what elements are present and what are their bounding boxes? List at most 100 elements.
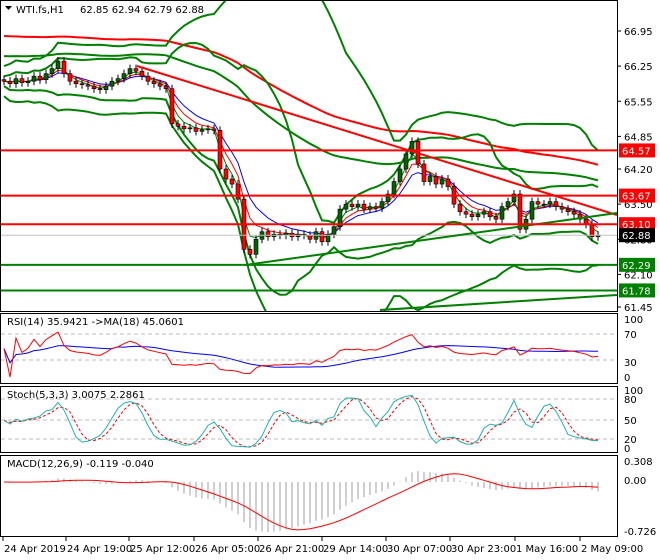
candle-body	[61, 60, 67, 74]
candle-body	[133, 68, 139, 72]
time-tick-label: 24 Apr 19:00	[67, 544, 132, 555]
time-tick-label: 26 Apr 05:00	[195, 544, 260, 555]
time-tick-label: 30 Apr 07:00	[387, 544, 452, 555]
stoch-tick: 80	[624, 395, 637, 406]
candle-body	[163, 85, 169, 90]
candle-body	[139, 70, 145, 77]
candle[interactable]	[529, 197, 535, 224]
macd-tick: 0.00	[624, 476, 646, 487]
candle-body	[205, 128, 211, 131]
candle-body	[319, 231, 325, 243]
candle-body	[109, 80, 115, 87]
candle-body	[157, 83, 163, 87]
macd-tick: 0.308	[624, 457, 653, 468]
candle-body	[7, 80, 13, 84]
candle-body	[397, 168, 403, 182]
candle-body	[49, 68, 55, 74]
candle-body	[499, 206, 505, 220]
price-tick-label: 64.85	[624, 132, 653, 143]
candle-body	[193, 127, 199, 132]
symbol-label: WTI.fs,H1	[16, 5, 64, 16]
candle-body	[115, 78, 121, 82]
candle-body	[481, 211, 487, 215]
time-tick-label: 30 Apr 23:00	[451, 544, 516, 555]
price-tick-label: 61.45	[624, 303, 653, 314]
candle-body	[73, 80, 79, 84]
trading-chart[interactable]: WTI.fs,H1 62.85 62.94 62.79 62.88 66.95 6…	[0, 0, 660, 560]
candle-body	[469, 213, 475, 217]
candle-body	[43, 73, 49, 80]
candle-body	[175, 123, 181, 127]
rsi-tick: 70	[624, 330, 637, 341]
candle-body	[37, 75, 43, 80]
candle-body	[85, 84, 91, 87]
candle-body	[361, 203, 367, 210]
time-tick-label: 25 Apr 12:00	[130, 544, 195, 555]
time-tick-label: 2 May 09:00	[581, 544, 643, 555]
candle-body	[1, 79, 7, 82]
candle-body	[247, 248, 253, 255]
candle-body	[79, 83, 85, 85]
candle-body	[151, 80, 157, 84]
time-tick-label: 29 Apr 14:00	[323, 544, 388, 555]
price-level-value: 62.88	[622, 231, 651, 242]
candle-body	[187, 127, 193, 130]
price-level-value: 64.57	[622, 146, 651, 157]
candle-body	[199, 129, 205, 132]
candle-body	[31, 75, 37, 82]
candle-body	[445, 178, 451, 187]
candle-body	[505, 201, 511, 207]
candle-body	[559, 206, 565, 210]
candle-body	[25, 80, 31, 83]
price-tick-label: 65.55	[624, 97, 653, 108]
rsi-tick: 100	[624, 315, 643, 326]
candle[interactable]	[337, 205, 343, 231]
price-level-value: 61.78	[622, 286, 651, 297]
candle-body	[463, 211, 469, 215]
price-tick-label: 66.25	[624, 62, 653, 73]
candle-body	[355, 203, 361, 207]
rsi-tick: 30	[624, 358, 637, 369]
candle-body	[541, 203, 547, 206]
candle-body	[127, 68, 133, 74]
candle-body	[145, 75, 151, 82]
candle-body	[373, 206, 379, 209]
candle-body	[403, 153, 409, 170]
candle-body	[181, 126, 187, 130]
candle-body	[229, 178, 235, 185]
candle-body	[571, 211, 577, 215]
time-tick-label: 24 Apr 2019	[4, 544, 66, 555]
candle-body	[121, 73, 127, 79]
candle-body	[223, 168, 229, 180]
candle-body	[13, 78, 19, 84]
candle-body	[553, 201, 559, 207]
candle-body	[343, 203, 349, 210]
time-tick-label: 1 May 16:00	[516, 544, 578, 555]
candle-body	[265, 231, 271, 238]
time-axis: 24 Apr 2019 24 Apr 19:0025 Apr 12:00 26 Ap…	[2, 537, 643, 555]
candle-body	[211, 128, 217, 131]
candle-body	[55, 60, 61, 69]
macd-tick: -0.726	[624, 527, 656, 538]
candle-body	[349, 203, 355, 207]
candle-body	[307, 234, 313, 240]
rsi-tick: 0	[624, 373, 630, 384]
price-tick-label: 64.20	[624, 165, 653, 176]
price-tick-label: 62.10	[624, 270, 653, 281]
candle-body	[169, 88, 175, 125]
candle-body	[529, 201, 535, 220]
rsi-label: RSI(14) 35.9421 ->MA(18) 45.0601	[7, 317, 184, 328]
candle-body	[421, 163, 427, 182]
candle-body	[367, 206, 373, 210]
candle-body	[475, 213, 481, 217]
candle[interactable]	[169, 84, 175, 128]
ohlc-values: 62.85 62.94 62.79 62.88	[80, 5, 204, 16]
candle[interactable]	[421, 159, 427, 186]
candle-body	[97, 88, 103, 91]
macd-label: MACD(12,26,9) -0.119 -0.040	[7, 459, 154, 470]
price-level-value: 62.29	[622, 261, 651, 272]
candle-body	[379, 201, 385, 209]
candle-body	[439, 178, 445, 185]
candle-body	[235, 183, 241, 200]
candle-body	[547, 201, 553, 205]
